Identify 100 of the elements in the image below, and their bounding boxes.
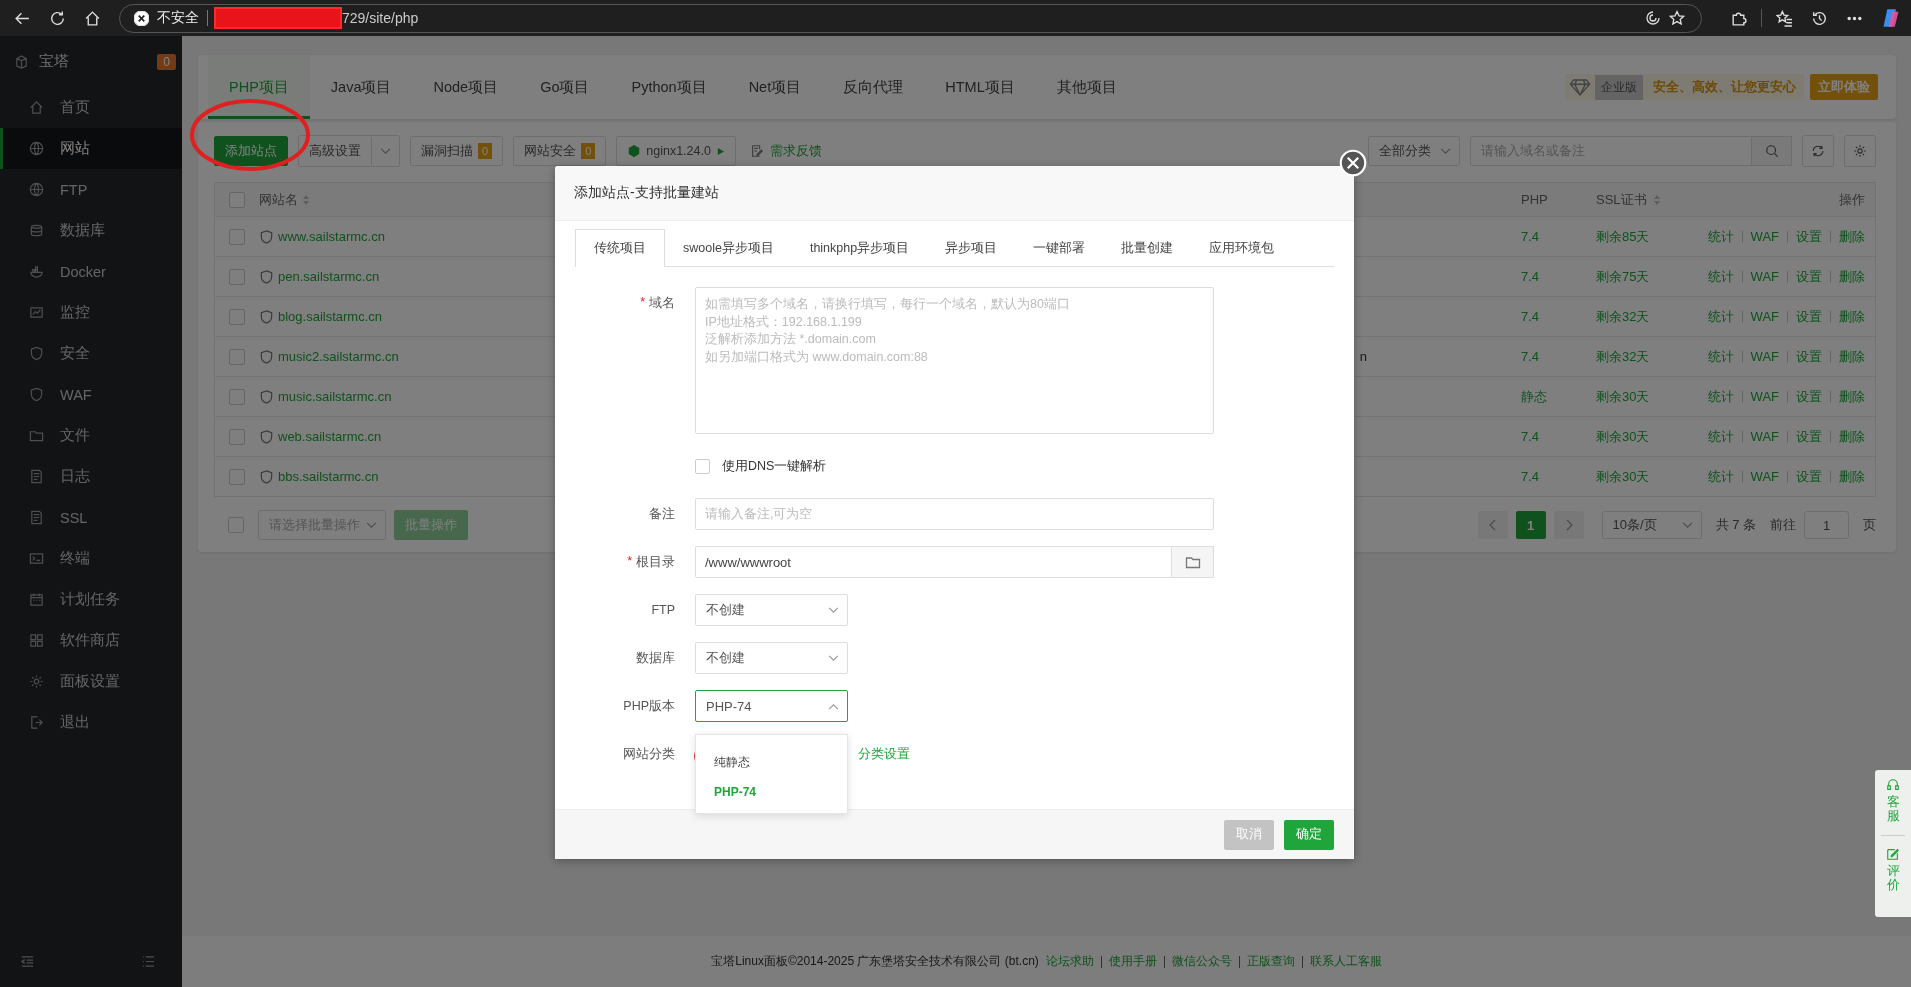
- sort-icon[interactable]: [302, 193, 310, 206]
- puzzle-icon[interactable]: [1730, 9, 1747, 27]
- collapse-icon[interactable]: [20, 954, 35, 969]
- ssl-link[interactable]: 剩余75天: [1596, 267, 1650, 286]
- page-input[interactable]: 1: [1804, 511, 1849, 539]
- dialog-tab[interactable]: thinkphp异步项目: [791, 229, 928, 266]
- action-link[interactable]: 统计: [1707, 267, 1734, 286]
- sidebar-item[interactable]: 网站: [0, 128, 182, 169]
- sidebar-item[interactable]: 终端: [0, 538, 182, 579]
- php-version-link[interactable]: 7.4: [1521, 349, 1540, 364]
- next-page-button[interactable]: [1553, 511, 1584, 539]
- checkbox[interactable]: [229, 428, 245, 445]
- history-icon[interactable]: [1811, 9, 1828, 27]
- reload-icon[interactable]: [49, 9, 66, 27]
- ssl-link[interactable]: 剩余32天: [1596, 347, 1650, 366]
- php-version-link[interactable]: 7.4: [1521, 269, 1540, 284]
- action-link[interactable]: 设置: [1796, 427, 1822, 446]
- footer-link[interactable]: 联系人工客服: [1309, 953, 1382, 970]
- project-tab[interactable]: HTML项目: [924, 55, 1036, 119]
- sidebar-item[interactable]: 文件: [0, 415, 182, 456]
- star-icon[interactable]: [1669, 10, 1685, 26]
- site-link[interactable]: music2.sailstarmc.cn: [278, 349, 399, 364]
- root-path-field[interactable]: /www/wwwroot: [695, 546, 1172, 578]
- add-site-button[interactable]: 添加站点: [214, 136, 288, 166]
- search-button[interactable]: [1752, 136, 1792, 166]
- site-link[interactable]: music.sailstarmc.cn: [278, 389, 392, 404]
- sidebar-item[interactable]: 退出: [0, 702, 182, 743]
- sidebar-item[interactable]: 首页: [0, 87, 182, 128]
- sidebar-item[interactable]: 安全: [0, 333, 182, 374]
- confirm-button[interactable]: 确定: [1284, 819, 1334, 850]
- site-link[interactable]: www.sailstarmc.cn: [278, 229, 385, 244]
- dialog-tab[interactable]: 异步项目: [927, 229, 1016, 266]
- notification-badge[interactable]: 0: [157, 53, 176, 70]
- php-version-link[interactable]: 静态: [1521, 388, 1547, 404]
- action-link[interactable]: WAF: [1750, 309, 1779, 324]
- dialog-tab[interactable]: 批量创建: [1103, 229, 1192, 266]
- caret-icon[interactable]: [380, 147, 391, 155]
- action-link[interactable]: 统计: [1707, 227, 1734, 246]
- project-tab[interactable]: Node项目: [412, 55, 520, 119]
- checkbox[interactable]: [229, 228, 245, 245]
- action-link[interactable]: 删除: [1839, 307, 1865, 326]
- php-version-link[interactable]: 7.4: [1521, 309, 1540, 324]
- dialog-tab[interactable]: swoole异步项目: [665, 229, 792, 266]
- php-version-link[interactable]: 7.4: [1521, 469, 1540, 484]
- sidebar-item[interactable]: 数据库: [0, 210, 182, 251]
- page-size-select[interactable]: 10条/页: [1601, 511, 1702, 539]
- action-link[interactable]: 删除: [1839, 227, 1865, 246]
- category-select[interactable]: 全部分类: [1368, 136, 1460, 166]
- action-link[interactable]: 统计: [1707, 307, 1734, 326]
- action-link[interactable]: 删除: [1839, 267, 1865, 286]
- project-tab[interactable]: 其他项目: [1035, 55, 1138, 119]
- footer-link[interactable]: 微信公众号: [1171, 953, 1232, 970]
- action-link[interactable]: WAF: [1750, 349, 1779, 364]
- note-input[interactable]: 请输入备注,可为空: [695, 498, 1214, 530]
- nginx-button[interactable]: nginx1.24.0: [616, 136, 736, 166]
- checkbox[interactable]: [229, 388, 245, 405]
- site-link[interactable]: bbs.sailstarmc.cn: [278, 469, 379, 484]
- feedback-link[interactable]: 需求反馈: [749, 142, 822, 160]
- list-icon[interactable]: [141, 954, 156, 969]
- category-settings-link[interactable]: 分类设置: [858, 745, 910, 763]
- action-link[interactable]: 设置: [1796, 227, 1822, 246]
- sidebar-item[interactable]: 面板设置: [0, 661, 182, 702]
- sort-icon[interactable]: [1652, 193, 1661, 206]
- action-link[interactable]: WAF: [1750, 469, 1779, 484]
- ssl-link[interactable]: 剩余30天: [1596, 427, 1650, 446]
- warning-icon[interactable]: [134, 10, 149, 26]
- address-bar[interactable]: 不安全 729/site/php: [119, 3, 1702, 33]
- footer-link[interactable]: 正版查询: [1246, 953, 1295, 970]
- vulnerability-scan-button[interactable]: 漏洞扫描 0: [410, 136, 504, 166]
- checkbox[interactable]: [228, 517, 244, 533]
- sidebar-item[interactable]: WAF: [0, 374, 182, 415]
- settings-button[interactable]: [1844, 135, 1876, 167]
- dialog-tab[interactable]: 一键部署: [1015, 229, 1104, 266]
- action-link[interactable]: WAF: [1750, 389, 1779, 404]
- feedback-link[interactable]: 评价: [1886, 863, 1900, 893]
- action-link[interactable]: 统计: [1707, 347, 1734, 366]
- sidebar-item[interactable]: 软件商店: [0, 620, 182, 661]
- checkbox[interactable]: [229, 191, 245, 208]
- site-link[interactable]: web.sailstarmc.cn: [278, 429, 382, 444]
- php-version-link[interactable]: 7.4: [1521, 429, 1540, 444]
- page-button[interactable]: 1: [1515, 511, 1546, 539]
- project-tab[interactable]: 反向代理: [822, 55, 925, 119]
- dropdown-option[interactable]: PHP-74: [696, 777, 847, 807]
- browse-button[interactable]: [1172, 546, 1214, 578]
- sidebar-item[interactable]: 日志: [0, 456, 182, 497]
- dns-checkbox[interactable]: [695, 458, 710, 474]
- project-tab[interactable]: PHP项目: [208, 55, 310, 119]
- site-security-button[interactable]: 网站安全 0: [513, 136, 607, 166]
- checkbox[interactable]: [229, 268, 245, 285]
- action-link[interactable]: 设置: [1796, 267, 1822, 286]
- ssl-link[interactable]: 剩余32天: [1596, 307, 1650, 326]
- refresh-button[interactable]: [1802, 135, 1834, 167]
- action-link[interactable]: 设置: [1796, 347, 1822, 366]
- action-link[interactable]: 设置: [1796, 307, 1822, 326]
- php-version-select[interactable]: PHP-74: [695, 690, 848, 722]
- home-icon[interactable]: [84, 9, 101, 27]
- checkbox[interactable]: [229, 308, 245, 325]
- close-icon[interactable]: [1339, 149, 1367, 177]
- assistant-logo-icon[interactable]: [1881, 8, 1901, 28]
- sidebar-item[interactable]: SSL: [0, 497, 182, 538]
